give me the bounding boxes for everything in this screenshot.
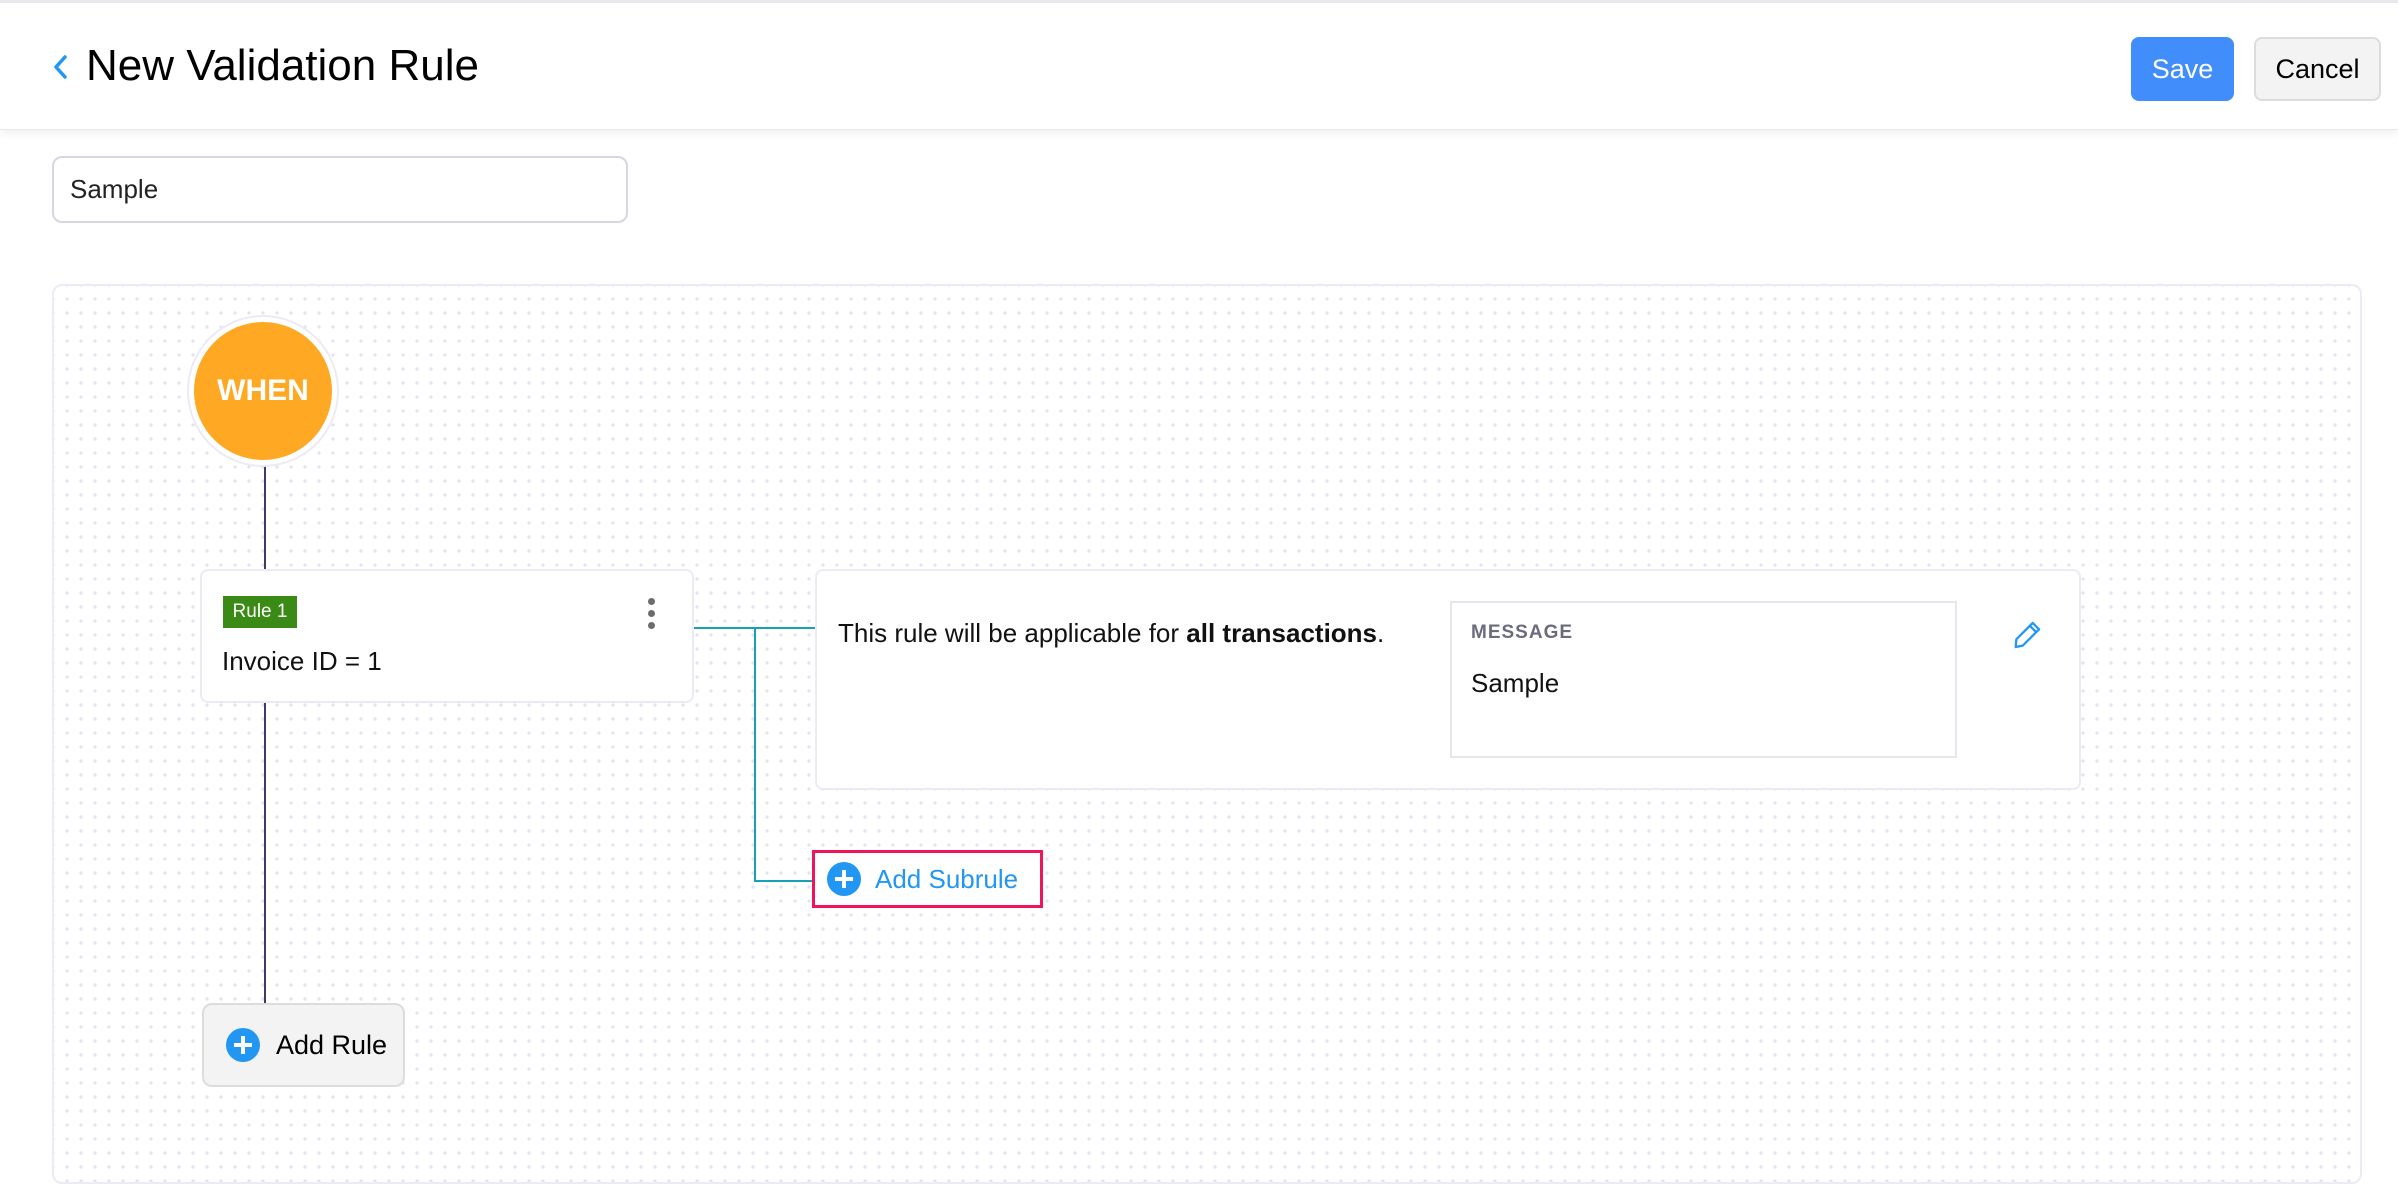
add-rule-button[interactable]: Add Rule: [202, 1003, 405, 1087]
subrule-connector: [754, 880, 812, 882]
subrule-connector: [754, 627, 756, 882]
rule-applicability-text: This rule will be applicable for all tra…: [838, 618, 1384, 649]
page-header: New Validation Rule Save Cancel: [0, 0, 2398, 130]
flow-connector-line: [264, 466, 266, 570]
add-rule-label: Add Rule: [276, 1029, 388, 1060]
add-subrule-label: Add Subrule: [875, 863, 1019, 894]
add-subrule-button[interactable]: Add Subrule: [812, 850, 1043, 908]
flow-connector-line: [264, 703, 266, 1003]
message-value: Sample: [1471, 668, 1560, 698]
edit-pencil-icon[interactable]: [2010, 618, 2044, 652]
more-options-icon[interactable]: [640, 598, 662, 634]
add-circle-icon: [827, 862, 861, 896]
applicability-scope: all transactions: [1186, 618, 1378, 648]
rule-condition: Invoice ID = 1: [222, 646, 382, 676]
when-node: WHEN: [194, 322, 332, 460]
back-chevron-icon[interactable]: [48, 47, 72, 87]
applicability-suffix: .: [1377, 618, 1385, 648]
add-circle-icon: [226, 1028, 260, 1062]
message-label: MESSAGE: [1471, 622, 1574, 643]
rule-card[interactable]: [200, 569, 694, 703]
page-title: New Validation Rule: [86, 41, 479, 90]
applicability-prefix: This rule will be applicable for: [838, 618, 1187, 648]
cancel-button[interactable]: Cancel: [2254, 37, 2381, 101]
save-button[interactable]: Save: [2131, 37, 2234, 101]
rule-name-input[interactable]: [52, 156, 628, 223]
rule-badge: Rule 1: [223, 596, 297, 628]
